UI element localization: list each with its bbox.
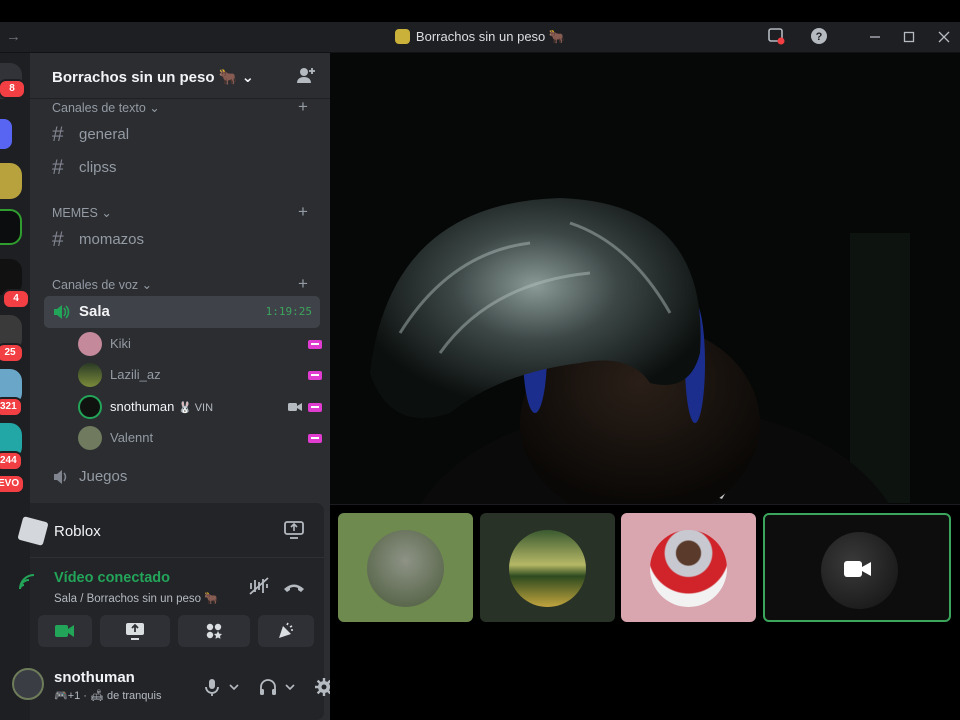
speaker-icon xyxy=(54,470,67,484)
channel-label: Sala xyxy=(79,303,110,320)
server-icon[interactable] xyxy=(0,163,22,199)
server-icon[interactable] xyxy=(0,119,12,149)
text-channel-icon: # xyxy=(52,156,64,179)
voice-channel-sala[interactable]: Sala 1:19:25 xyxy=(44,296,320,328)
call-timer: 1:19:25 xyxy=(265,305,312,318)
voice-user[interactable]: Lazili_az xyxy=(78,360,328,390)
chevron-down-icon[interactable] xyxy=(284,677,296,697)
participant-tile[interactable] xyxy=(621,513,756,622)
category-voice[interactable]: Canales de voz ⌄ xyxy=(52,277,152,292)
webcam-image xyxy=(330,53,960,504)
screen-share-icon xyxy=(126,623,144,640)
participant-avatar xyxy=(509,530,586,607)
voice-user[interactable]: snothuman 🐰 VIN xyxy=(78,392,328,422)
camera-button[interactable] xyxy=(38,615,92,647)
share-screen-button[interactable] xyxy=(100,615,170,647)
channel-sidebar: Borrachos sin un peso 🐂 ⌄ Canales de tex… xyxy=(12,53,333,720)
inbox-icon[interactable] xyxy=(765,27,787,49)
voice-user-name: snothuman 🐰 VIN xyxy=(110,399,214,414)
minimize-icon[interactable] xyxy=(864,27,886,49)
channel-general[interactable]: # general xyxy=(44,119,320,151)
avatar xyxy=(78,363,102,387)
voice-user-name: Lazili_az xyxy=(110,367,161,382)
avatar xyxy=(78,395,102,419)
camera-icon xyxy=(55,625,74,637)
server-icon[interactable] xyxy=(0,209,22,245)
user-avatar[interactable] xyxy=(12,668,44,700)
user-status: 🎮+1 · 🛋 de tranquis xyxy=(54,690,162,702)
server-name: Borrachos sin un peso 🐂 ⌄ xyxy=(52,69,255,86)
voice-user[interactable]: Kiki xyxy=(78,329,328,359)
voice-user-name: Kiki xyxy=(110,336,131,351)
participant-tile-speaking[interactable] xyxy=(763,513,951,622)
server-header[interactable]: Borrachos sin un peso 🐂 ⌄ xyxy=(30,53,330,99)
headphones-icon[interactable] xyxy=(258,677,278,697)
live-stream-icon xyxy=(308,340,322,349)
live-stream-icon xyxy=(308,371,322,380)
participant-avatar xyxy=(650,530,727,607)
microphone-icon[interactable] xyxy=(202,677,222,697)
disconnect-icon[interactable] xyxy=(282,577,306,597)
chevron-down-icon[interactable] xyxy=(228,677,240,697)
title-bar: → Borrachos sin un peso 🐂 ? xyxy=(0,22,960,53)
new-badge: EVO xyxy=(0,474,26,494)
live-stream-icon xyxy=(308,403,322,412)
unread-badge: 4 xyxy=(2,289,30,309)
connection-signal-icon[interactable] xyxy=(18,573,40,591)
speaker-icon xyxy=(54,305,70,319)
channel-label: momazos xyxy=(79,231,145,248)
unread-badge: 244 xyxy=(0,451,23,471)
soundboard-icon xyxy=(279,622,293,638)
create-channel-icon[interactable]: + xyxy=(298,202,308,222)
main-video-feed[interactable] xyxy=(330,53,960,505)
camera-icon xyxy=(844,561,871,577)
voice-channel-path[interactable]: Sala / Borrachos sin un peso 🐂 xyxy=(54,591,219,605)
text-channel-icon: # xyxy=(52,123,64,146)
channel-clipss[interactable]: # clipss xyxy=(44,152,320,184)
text-channel-icon: # xyxy=(52,228,64,251)
user-panel: Roblox Vídeo conectado Sala / Borrachos … xyxy=(12,503,333,720)
close-icon[interactable] xyxy=(933,27,955,49)
window-title-text: Borrachos sin un peso 🐂 xyxy=(415,29,566,44)
voice-channel-juegos[interactable]: Juegos xyxy=(44,461,320,493)
avatar xyxy=(78,332,102,356)
participant-tile[interactable] xyxy=(338,513,473,622)
unread-badge: 25 xyxy=(0,343,24,363)
server-icon xyxy=(394,29,410,44)
screen-share-icon[interactable] xyxy=(284,521,304,539)
video-stage xyxy=(330,53,960,720)
noise-suppression-icon[interactable] xyxy=(248,576,270,596)
svg-text:?: ? xyxy=(816,31,823,43)
live-stream-icon xyxy=(308,434,322,443)
channel-label: Juegos xyxy=(79,468,128,485)
user-name[interactable]: snothuman xyxy=(54,669,135,686)
divider xyxy=(30,557,324,558)
invite-people-icon[interactable] xyxy=(296,66,318,86)
channel-label: general xyxy=(79,126,130,143)
soundboard-button[interactable] xyxy=(258,615,314,647)
voice-user[interactable]: Valennt xyxy=(78,423,328,453)
channel-momazos[interactable]: # momazos xyxy=(44,224,320,256)
activity-name: Roblox xyxy=(54,523,101,540)
unread-badge: 8 xyxy=(0,79,26,99)
server-list: 8 4 25 321 244 EVO xyxy=(0,53,30,720)
category-text[interactable]: Canales de texto ⌄ xyxy=(52,100,160,115)
help-icon[interactable]: ? xyxy=(808,27,830,49)
activities-button[interactable] xyxy=(178,615,250,647)
create-channel-icon[interactable]: + xyxy=(298,274,308,294)
unread-badge: 321 xyxy=(0,397,23,417)
participant-tiles xyxy=(330,513,960,623)
camera-icon xyxy=(288,403,302,411)
avatar xyxy=(78,426,102,450)
channel-label: clipss xyxy=(79,159,117,176)
category-memes[interactable]: MEMES ⌄ xyxy=(52,205,112,220)
voice-user-name: Valennt xyxy=(110,430,154,445)
participant-tile[interactable] xyxy=(480,513,615,622)
top-strip xyxy=(0,0,960,22)
activities-icon xyxy=(206,623,222,639)
voice-status[interactable]: Vídeo conectado xyxy=(54,570,170,586)
maximize-icon[interactable] xyxy=(898,27,920,49)
participant-avatar xyxy=(367,530,444,607)
create-channel-icon[interactable]: + xyxy=(298,97,308,117)
